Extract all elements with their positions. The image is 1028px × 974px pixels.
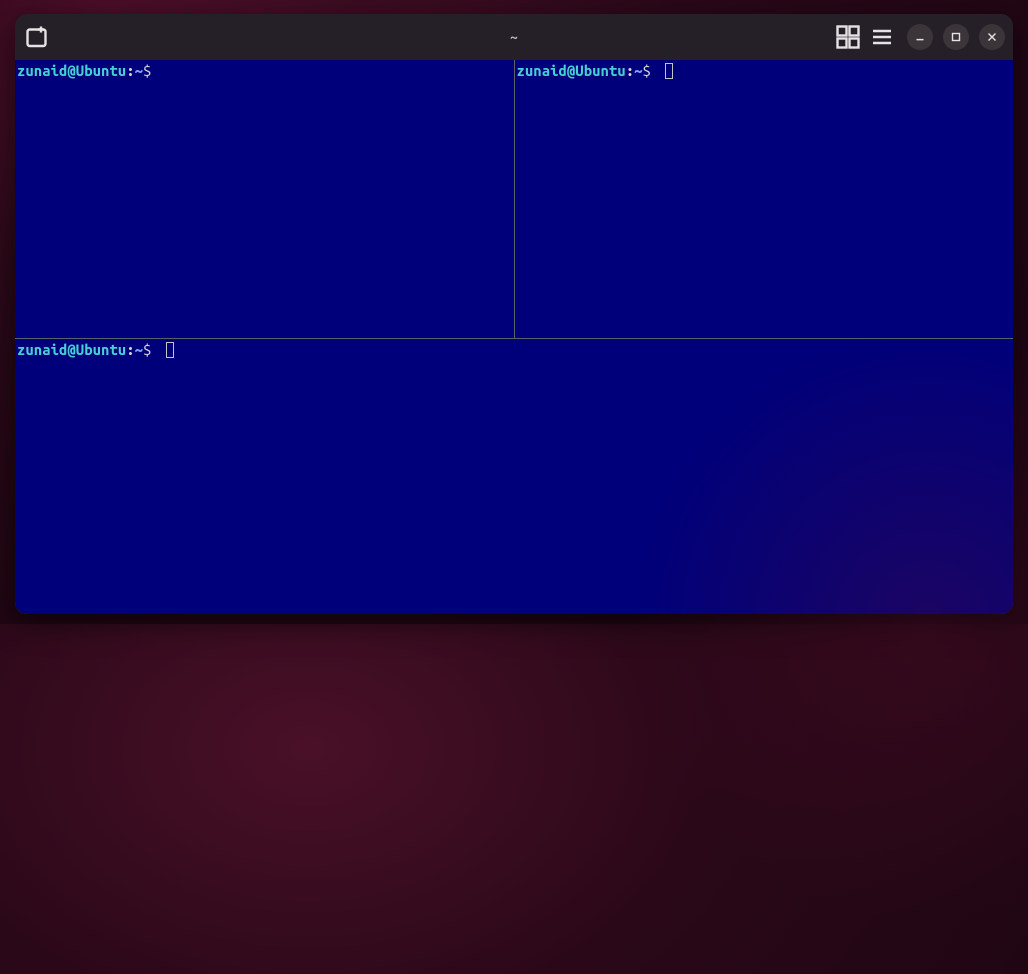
minimize-button[interactable] <box>907 24 933 50</box>
prompt-user-host: zunaid@Ubuntu <box>17 61 126 80</box>
tiling-button[interactable] <box>833 22 863 52</box>
terminal-pane-bottom[interactable]: zunaid@Ubuntu:~$ <box>15 339 1013 614</box>
prompt-path: ~ <box>135 340 143 359</box>
window-title: ~ <box>510 29 518 45</box>
prompt-path: ~ <box>634 61 642 80</box>
prompt-path: ~ <box>135 61 143 80</box>
prompt-symbol: $ <box>643 61 660 80</box>
prompt-line: zunaid@Ubuntu:~$ <box>517 61 1012 80</box>
prompt-line: zunaid@Ubuntu:~$ <box>17 340 1011 359</box>
prompt-separator: : <box>626 61 634 80</box>
prompt-symbol: $ <box>143 61 160 80</box>
menu-button[interactable] <box>867 22 897 52</box>
prompt-user-host: zunaid@Ubuntu <box>517 61 626 80</box>
new-tab-button[interactable] <box>23 22 53 52</box>
prompt-line: zunaid@Ubuntu:~$ <box>17 61 512 80</box>
prompt-separator: : <box>126 340 134 359</box>
cursor-icon <box>665 63 673 79</box>
close-button[interactable] <box>979 24 1005 50</box>
maximize-button[interactable] <box>943 24 969 50</box>
prompt-user-host: zunaid@Ubuntu <box>17 340 126 359</box>
prompt-symbol: $ <box>143 340 160 359</box>
titlebar: ~ <box>15 14 1013 60</box>
terminal-pane-top-right[interactable]: zunaid@Ubuntu:~$ <box>515 60 1014 338</box>
terminal-window: ~ zunaid@Ubuntu:~$ <box>15 14 1013 614</box>
terminal-panes: zunaid@Ubuntu:~$ zunaid@Ubuntu:~$ zunaid… <box>15 60 1013 614</box>
cursor-icon <box>166 342 174 358</box>
terminal-pane-top-left[interactable]: zunaid@Ubuntu:~$ <box>15 60 514 338</box>
prompt-separator: : <box>126 61 134 80</box>
